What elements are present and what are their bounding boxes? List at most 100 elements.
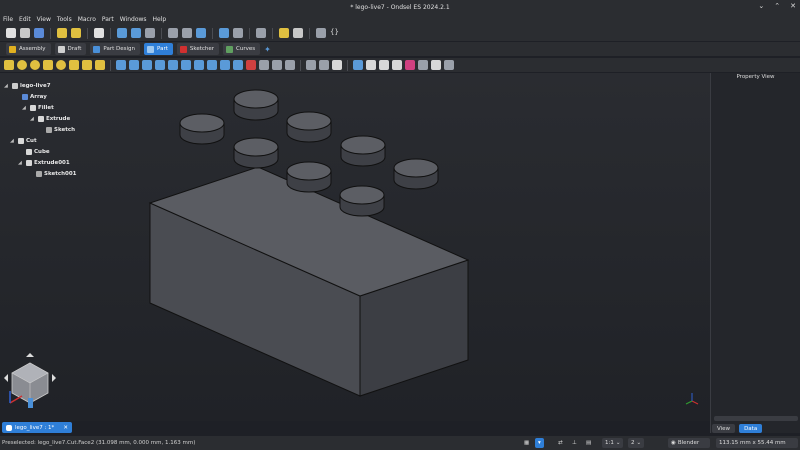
draw-style-icon[interactable] xyxy=(145,28,155,38)
sketcher-icon xyxy=(179,45,187,53)
braces-icon[interactable]: {} xyxy=(330,28,339,38)
assembly-icon xyxy=(9,45,16,53)
status-grid-icon[interactable]: ▦ xyxy=(521,438,532,448)
cylinder-icon[interactable] xyxy=(17,60,27,70)
property-scrollbar[interactable] xyxy=(714,416,798,421)
maximize-icon[interactable]: ⌃ xyxy=(774,2,780,10)
tab-sketcher[interactable]: Sketcher xyxy=(176,43,220,55)
chamfer-icon[interactable] xyxy=(168,60,178,70)
macro-icon[interactable] xyxy=(316,28,326,38)
cube-primitive-icon[interactable] xyxy=(4,60,14,70)
offset-icon[interactable] xyxy=(259,60,269,70)
cross-sections-icon[interactable] xyxy=(246,60,256,70)
section-icon[interactable] xyxy=(233,60,243,70)
join-features-icon[interactable] xyxy=(405,60,415,70)
close-icon[interactable]: ✕ xyxy=(790,2,796,10)
view-cube-icon[interactable] xyxy=(182,28,192,38)
sweep-icon[interactable] xyxy=(220,60,230,70)
ruled-surface-icon[interactable] xyxy=(194,60,204,70)
loft-icon[interactable] xyxy=(207,60,217,70)
fillet-icon[interactable] xyxy=(155,60,165,70)
status-arrows-icon[interactable]: ⇄ xyxy=(555,438,566,448)
split-icon[interactable] xyxy=(418,60,428,70)
measure-distance-icon[interactable] xyxy=(219,28,229,38)
revolve-icon[interactable] xyxy=(129,60,139,70)
ratio-selector[interactable]: 1:1 ⌄ xyxy=(602,438,624,448)
group-icon[interactable] xyxy=(279,28,289,38)
tree-item-cut[interactable]: ◢ Cut xyxy=(10,136,37,146)
whats-this-icon[interactable] xyxy=(256,28,266,38)
status-view-icon[interactable]: ▾ xyxy=(535,438,544,448)
fit-selection-icon[interactable] xyxy=(131,28,141,38)
check-geometry-icon[interactable] xyxy=(431,60,441,70)
property-view-header: Property View xyxy=(736,74,775,80)
tab-view[interactable]: View xyxy=(712,424,736,433)
navigation-style-selector[interactable]: ◉ Blender xyxy=(668,438,710,448)
extrude-icon[interactable] xyxy=(116,60,126,70)
thickness-icon[interactable] xyxy=(272,60,282,70)
mirror-icon[interactable] xyxy=(142,60,152,70)
draft-icon xyxy=(57,45,65,53)
extrude-icon xyxy=(38,116,44,122)
cut-icon xyxy=(18,138,24,144)
cut-icon[interactable] xyxy=(366,60,376,70)
new-file-icon[interactable] xyxy=(6,28,16,38)
menu-windows[interactable]: Windows xyxy=(120,16,147,23)
tree-item-sketch001[interactable]: Sketch001 xyxy=(28,169,77,179)
add-workbench-icon[interactable]: ✦ xyxy=(264,45,271,54)
status-ruler-icon[interactable]: ▤ xyxy=(583,438,594,448)
status-pin-icon[interactable]: ⊥ xyxy=(569,438,580,448)
open-file-icon[interactable] xyxy=(20,28,30,38)
menu-tools[interactable]: Tools xyxy=(57,16,72,23)
tree-item-extrude001[interactable]: ◢ Extrude001 xyxy=(18,158,70,168)
shape-builder-icon[interactable] xyxy=(95,60,105,70)
compound-icon[interactable] xyxy=(306,60,316,70)
folder-icon[interactable] xyxy=(293,28,303,38)
page-selector[interactable]: 2 ⌄ xyxy=(628,438,645,448)
minimize-icon[interactable]: ⌄ xyxy=(758,2,764,10)
cone-icon[interactable] xyxy=(43,60,53,70)
redo-icon[interactable] xyxy=(71,28,81,38)
tab-part[interactable]: Part xyxy=(144,43,173,55)
tab-draft[interactable]: Draft xyxy=(54,43,87,55)
menu-view[interactable]: View xyxy=(37,16,51,23)
tab-data[interactable]: Data xyxy=(739,424,763,433)
sphere-icon[interactable] xyxy=(30,60,40,70)
std-views-icon[interactable] xyxy=(168,28,178,38)
tube-icon[interactable] xyxy=(69,60,79,70)
close-tab-icon[interactable]: ✕ xyxy=(63,425,68,431)
make-face-icon[interactable] xyxy=(181,60,191,70)
menu-part[interactable]: Part xyxy=(102,16,114,23)
tab-part-design[interactable]: Part Design xyxy=(90,43,140,55)
menu-help[interactable]: Help xyxy=(153,16,167,23)
tree-item-cube[interactable]: Cube xyxy=(18,147,50,157)
document-tab[interactable]: lego_live7 : 1* ✕ xyxy=(2,422,72,433)
menu-edit[interactable]: Edit xyxy=(19,16,31,23)
tree-item-lego-live7[interactable]: ◢ lego-live7 xyxy=(4,81,51,91)
menu-file[interactable]: File xyxy=(3,16,13,23)
menu-macro[interactable]: Macro xyxy=(78,16,96,23)
property-tabs: View Data xyxy=(712,424,763,433)
common-icon[interactable] xyxy=(392,60,402,70)
projection-icon[interactable] xyxy=(285,60,295,70)
primitives-icon[interactable] xyxy=(82,60,92,70)
tree-item-array[interactable]: Array xyxy=(14,92,47,102)
refresh-icon[interactable] xyxy=(94,28,104,38)
tab-curves[interactable]: Curves xyxy=(223,43,261,55)
tab-assembly[interactable]: Assembly xyxy=(6,43,51,55)
tree-item-extrude[interactable]: ◢ Extrude xyxy=(30,114,70,124)
fit-all-icon[interactable] xyxy=(117,28,127,38)
tree-item-sketch[interactable]: Sketch xyxy=(38,125,75,135)
part-toolbar xyxy=(0,58,800,72)
measure-icon[interactable] xyxy=(196,28,206,38)
undo-icon[interactable] xyxy=(57,28,67,38)
torus-icon[interactable] xyxy=(56,60,66,70)
compound-filter-icon[interactable] xyxy=(332,60,342,70)
fuse-icon[interactable] xyxy=(379,60,389,70)
defeaturing-icon[interactable] xyxy=(444,60,454,70)
save-icon[interactable] xyxy=(34,28,44,38)
explode-compound-icon[interactable] xyxy=(319,60,329,70)
link-icon[interactable] xyxy=(233,28,243,38)
tree-item-fillet[interactable]: ◢ Fillet xyxy=(22,103,54,113)
boolean-icon[interactable] xyxy=(353,60,363,70)
